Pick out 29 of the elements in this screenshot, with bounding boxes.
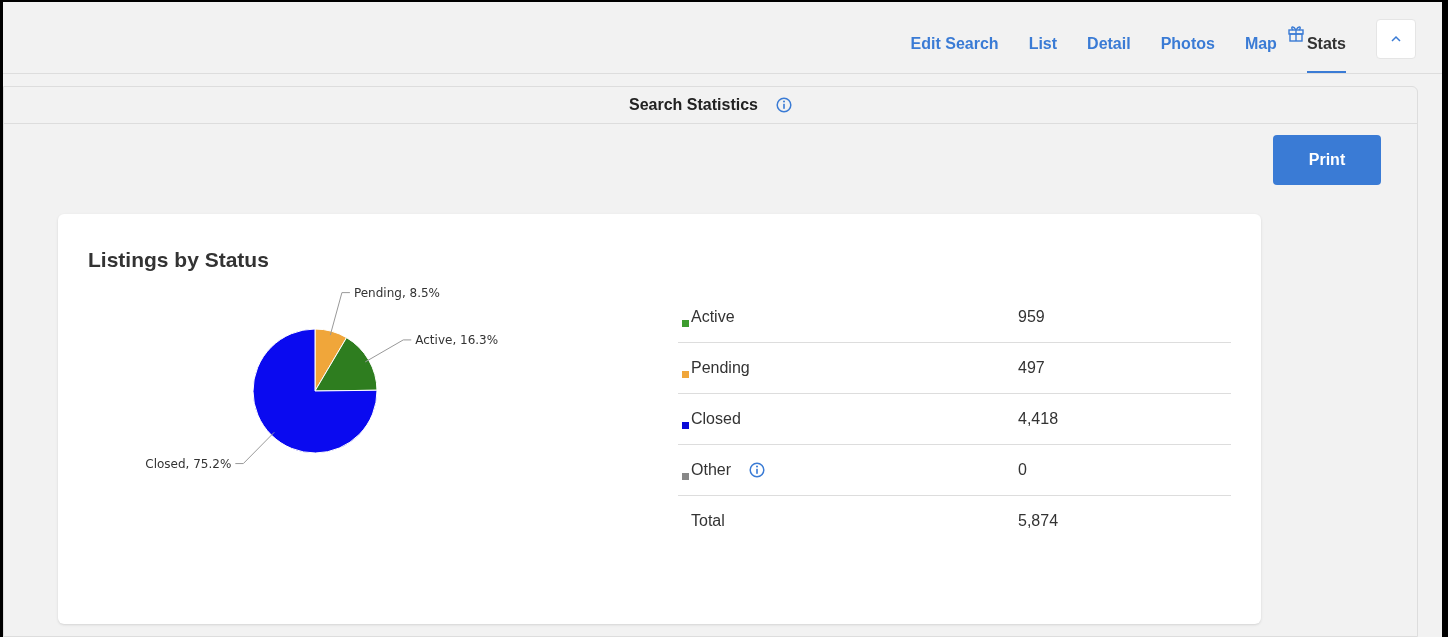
- gift-icon: [1286, 24, 1305, 42]
- status-count: 497: [1018, 357, 1045, 378]
- card-title: Listings by Status: [88, 247, 270, 273]
- status-label: Pending: [691, 357, 750, 378]
- status-label: Other: [691, 459, 731, 480]
- print-button[interactable]: Print: [1273, 135, 1381, 185]
- total-count: 5,874: [1018, 511, 1059, 531]
- panel-title: Search Statistics: [629, 95, 758, 115]
- nav-tab[interactable]: Stats: [1306, 2, 1346, 73]
- slice-label: Pending, 8.5%: [353, 285, 440, 300]
- leader-line: [234, 431, 275, 464]
- nav-tab[interactable]: Photos: [1160, 2, 1215, 73]
- status-count: 0: [1018, 459, 1027, 480]
- info-icon[interactable]: [775, 97, 792, 113]
- info-icon[interactable]: [749, 461, 765, 478]
- leader-line: [329, 291, 351, 336]
- slice-label: Closed, 75.2%: [145, 456, 232, 471]
- nav-tab[interactable]: Map: [1244, 2, 1277, 73]
- nav-tab[interactable]: Edit Search: [910, 2, 999, 73]
- slice-label: Active, 16.3%: [415, 332, 499, 347]
- status-label: Closed: [691, 408, 741, 429]
- status-label: Active: [691, 306, 735, 327]
- nav-tab[interactable]: Detail: [1087, 2, 1131, 73]
- status-count: 959: [1018, 306, 1045, 327]
- status-count: 4,418: [1018, 408, 1059, 429]
- total-label: Total: [691, 512, 725, 529]
- leader-line: [364, 338, 412, 362]
- nav-tab[interactable]: List: [1028, 2, 1058, 73]
- chevron-up-icon: [1390, 34, 1402, 43]
